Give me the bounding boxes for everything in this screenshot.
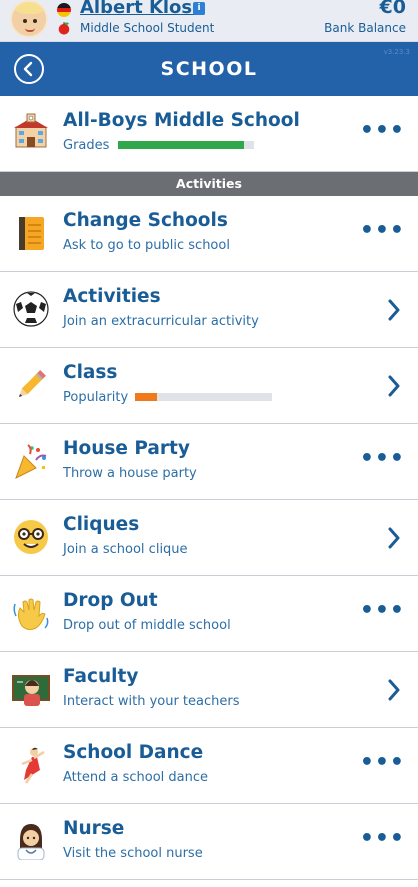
- activity-row-change-schools[interactable]: Change Schools Ask to go to public school…: [0, 196, 418, 272]
- player-name[interactable]: Albert Klose: [80, 0, 204, 18]
- activity-title: Activities: [63, 286, 161, 307]
- nurse-icon: [17, 824, 45, 860]
- chevron-right-icon[interactable]: [387, 375, 401, 397]
- party-popper-icon: [15, 444, 47, 480]
- apple-icon: [58, 22, 70, 35]
- activity-title: School Dance: [63, 742, 204, 763]
- activity-row-nurse[interactable]: Nurse Visit the school nurse •••: [0, 804, 418, 880]
- activity-subtitle: Join a school clique: [63, 542, 188, 557]
- activity-subtitle: Drop out of middle school: [63, 618, 231, 633]
- player-occupation: Middle School Student: [80, 21, 215, 35]
- popularity-bar-fill: [135, 393, 157, 401]
- pencil-icon: [18, 370, 46, 398]
- player-avatar[interactable]: [10, 0, 48, 38]
- activity-subtitle: Ask to go to public school: [63, 238, 230, 253]
- activity-subtitle: Popularity: [63, 390, 129, 405]
- activity-row-cliques[interactable]: Cliques Join a school clique: [0, 500, 418, 576]
- nerd-face-icon: [14, 520, 48, 554]
- page-title: SCHOOL: [160, 58, 258, 80]
- page-header: SCHOOL v3.23.3: [0, 42, 418, 96]
- chevron-right-icon[interactable]: [387, 527, 401, 549]
- activity-title: Change Schools: [63, 210, 228, 231]
- activity-title: Nurse: [63, 818, 125, 839]
- activity-subtitle: Throw a house party: [63, 466, 197, 481]
- activity-row-house-party[interactable]: House Party Throw a house party •••: [0, 424, 418, 500]
- version-label: v3.23.3: [383, 48, 410, 56]
- activity-title: Faculty: [63, 666, 139, 687]
- status-bar: Albert Klose i Middle School Student €0 …: [0, 0, 418, 42]
- notebook-icon: [19, 217, 44, 250]
- more-options-button[interactable]: •••: [360, 826, 405, 851]
- activity-row-drop-out[interactable]: Drop Out Drop out of middle school •••: [0, 576, 418, 652]
- waving-hand-icon: [13, 598, 49, 631]
- activity-title: Drop Out: [63, 590, 158, 611]
- activity-row-faculty[interactable]: Faculty Interact with your teachers: [0, 652, 418, 728]
- info-icon[interactable]: i: [193, 2, 205, 15]
- bank-balance-label: Bank Balance: [324, 21, 406, 35]
- germany-flag-icon: [57, 3, 71, 17]
- school-row[interactable]: All-Boys Middle School Grades •••: [0, 96, 418, 172]
- more-options-button[interactable]: •••: [360, 750, 405, 775]
- activity-subtitle: Visit the school nurse: [63, 846, 203, 861]
- dancer-icon: [21, 747, 45, 784]
- school-building-icon: [14, 113, 48, 148]
- more-options-button[interactable]: •••: [360, 218, 405, 243]
- activity-subtitle: Join an extracurricular activity: [63, 314, 259, 329]
- activity-row-class[interactable]: Class Popularity: [0, 348, 418, 424]
- popularity-bar: [135, 393, 272, 401]
- activity-row-activities[interactable]: Activities Join an extracurricular activi…: [0, 272, 418, 348]
- section-header: Activities: [0, 172, 418, 196]
- chevron-right-icon[interactable]: [387, 679, 401, 701]
- grades-label: Grades: [63, 138, 110, 153]
- more-options-button[interactable]: •••: [360, 598, 405, 623]
- more-options-button[interactable]: •••: [360, 118, 405, 143]
- grades-bar-fill: [118, 141, 245, 149]
- activity-row-school-dance[interactable]: School Dance Attend a school dance •••: [0, 728, 418, 804]
- grades-bar: [118, 141, 254, 149]
- school-name: All-Boys Middle School: [63, 110, 300, 131]
- activity-title: House Party: [63, 438, 190, 459]
- activity-title: Class: [63, 362, 118, 383]
- chevron-right-icon[interactable]: [387, 299, 401, 321]
- more-options-button[interactable]: •••: [360, 446, 405, 471]
- activity-subtitle: Interact with your teachers: [63, 694, 240, 709]
- bank-balance-value: €0: [379, 0, 406, 18]
- activity-subtitle: Attend a school dance: [63, 770, 208, 785]
- teacher-icon: [12, 675, 50, 706]
- activity-title: Cliques: [63, 514, 140, 535]
- soccer-ball-icon: [13, 291, 49, 327]
